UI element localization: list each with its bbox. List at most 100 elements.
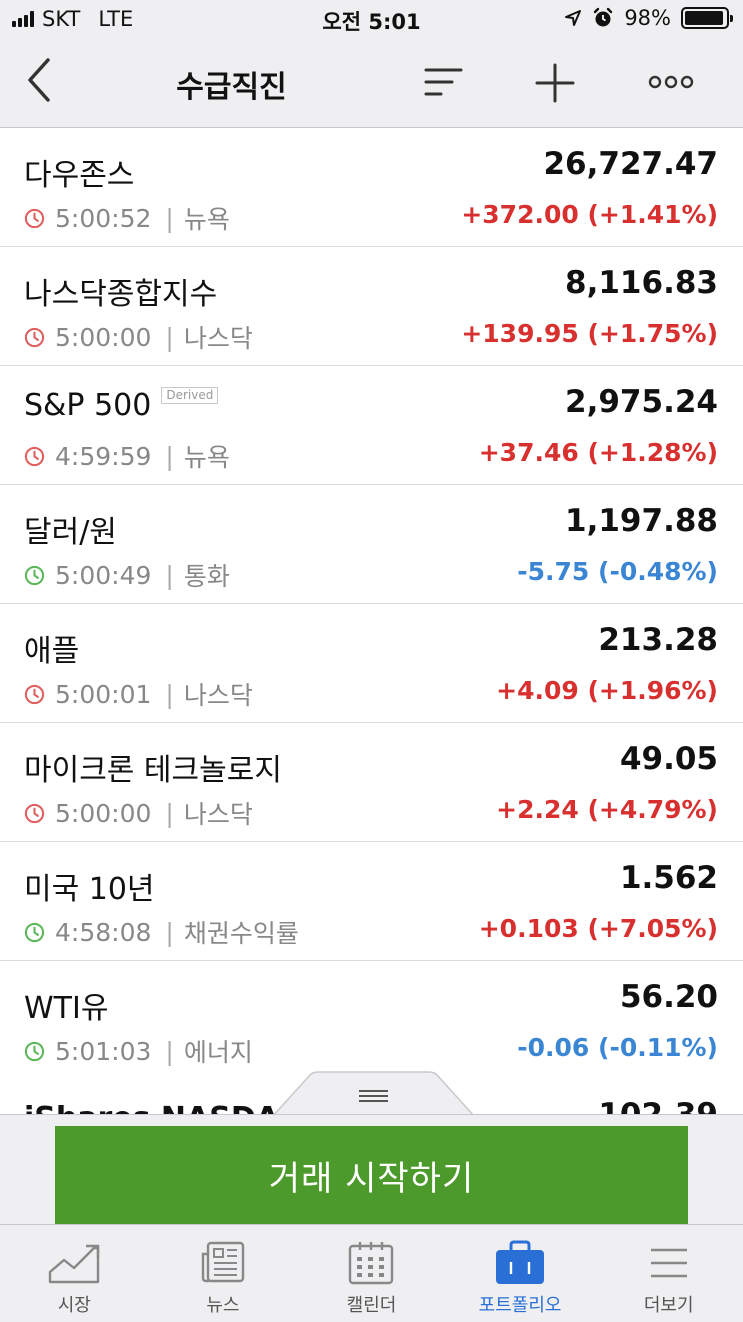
quote-name: 나스닥종합지수: [24, 277, 218, 312]
quote-meta: 5:00:01 | 나스닥: [24, 676, 253, 712]
sort-button[interactable]: [419, 58, 469, 108]
tab-portfolio[interactable]: 포트폴리오: [446, 1225, 595, 1322]
clock-icon: [24, 327, 45, 347]
quote-time: 5:01:03: [55, 1036, 152, 1066]
tab-market[interactable]: 시장: [0, 1225, 149, 1322]
meta-separator: |: [165, 1036, 174, 1066]
quote-name: 마이크론 테크놀로지: [24, 753, 282, 788]
quote-change: +372.00 (+1.41%): [461, 200, 718, 229]
quote-change: +139.95 (+1.75%): [461, 319, 718, 348]
quote-row[interactable]: 나스닥종합지수 8,116.83 5:00:00 | 나스닥 +139.95 (+1.75…: [0, 247, 743, 366]
derived-badge: Derived: [161, 387, 219, 404]
alarm-icon: [594, 7, 613, 27]
tab-news[interactable]: 뉴스: [149, 1225, 298, 1322]
battery-icon: [681, 7, 733, 29]
quote-price: 1,197.88: [565, 503, 718, 539]
quote-meta: 5:01:03 | 에너지: [24, 1033, 253, 1069]
quote-row[interactable]: 미국 10년 1.562 4:58:08 | 채권수익률 +0.103 (+7.05%): [0, 842, 743, 961]
quote-meta: 5:00:00 | 나스닥: [24, 795, 253, 831]
quote-name: WTI유: [24, 991, 109, 1026]
status-bar: SKT LTE 오전 5:01 98%: [0, 0, 743, 40]
tab-label-portfolio: 포트폴리오: [478, 1295, 562, 1316]
quote-row[interactable]: 마이크론 테크놀로지 49.05 5:00:00 | 나스닥 +2.24 (+4.79%): [0, 723, 743, 842]
quote-name: S&P 500: [24, 388, 152, 423]
quote-meta: 4:58:08 | 채권수익률: [24, 914, 299, 950]
quote-exchange: 나스닥: [183, 800, 253, 829]
tab-label-more: 더보기: [643, 1295, 694, 1316]
clock-icon: [24, 565, 45, 585]
quote-name: 미국 10년: [24, 872, 155, 907]
quote-row[interactable]: 애플 213.28 5:00:01 | 나스닥 +4.09 (+1.96%): [0, 604, 743, 723]
quote-exchange: 뉴욕: [183, 443, 230, 472]
quote-change: +2.24 (+4.79%): [496, 795, 718, 824]
clock-icon: [24, 446, 45, 466]
quote-time: 5:00:00: [55, 322, 152, 352]
clock-icon: [24, 803, 45, 823]
quote-price: 2,975.24: [565, 384, 718, 420]
quote-change: -0.06 (-0.11%): [517, 1033, 718, 1062]
quote-price: 8,116.83: [565, 265, 718, 301]
quote-name-wrap: 나스닥종합지수: [24, 269, 217, 313]
meta-separator: |: [165, 203, 174, 233]
quote-name: 달러/원: [24, 515, 117, 550]
quote-meta: 5:00:49 | 통화: [24, 557, 230, 593]
menu-icon: [650, 1248, 687, 1278]
quote-time: 4:59:59: [55, 441, 152, 471]
market-chart-icon: [49, 1244, 100, 1284]
quote-time: 5:00:49: [55, 560, 152, 590]
page-title-wrap: 수급직진: [0, 62, 743, 106]
quote-time: 4:58:08: [55, 917, 152, 947]
more-button[interactable]: [646, 58, 696, 108]
tab-more[interactable]: 더보기: [594, 1225, 743, 1322]
quote-name-wrap: S&P 500 Derived: [24, 387, 219, 423]
tab-label-market: 시장: [57, 1295, 91, 1316]
drawer-handle[interactable]: [272, 1071, 475, 1117]
trade-area: 거래 시작하기: [0, 1114, 743, 1225]
quote-change: +0.103 (+7.05%): [478, 914, 718, 943]
add-button[interactable]: [530, 58, 580, 108]
quote-meta: 5:00:00 | 나스닥: [24, 319, 253, 355]
clock-icon: [24, 1041, 45, 1061]
meta-separator: |: [165, 917, 174, 947]
quote-price: 213.28: [598, 622, 718, 658]
meta-separator: |: [165, 679, 174, 709]
quote-price: 1.562: [619, 860, 718, 896]
tab-calendar[interactable]: 캘린더: [297, 1225, 446, 1322]
quote-row[interactable]: 달러/원 1,197.88 5:00:49 | 통화 -5.75 (-0.48%): [0, 485, 743, 604]
quote-name-wrap: 달러/원: [24, 507, 117, 551]
page-title: 수급직진: [176, 70, 287, 105]
sort-icon: [424, 68, 463, 96]
quote-price: 26,727.47: [543, 146, 718, 182]
back-button[interactable]: [22, 54, 62, 106]
quote-change: -5.75 (-0.48%): [517, 557, 718, 586]
quote-row[interactable]: 다우존스 26,727.47 5:00:52 | 뉴욕 +372.00 (+1.41%): [0, 128, 743, 247]
quote-name: 애플: [24, 634, 80, 669]
quote-time: 5:00:52: [55, 203, 152, 233]
news-icon: [201, 1241, 245, 1283]
quote-row[interactable]: WTI유 56.20 5:01:03 | 에너지 -0.06 (-0.11%): [0, 961, 743, 1080]
quote-meta: 4:59:59 | 뉴욕: [24, 438, 230, 474]
quote-list: 다우존스 26,727.47 5:00:52 | 뉴욕 +372.00 (+1.41%) 나…: [0, 128, 743, 1080]
meta-separator: |: [165, 322, 174, 352]
quote-exchange: 뉴욕: [183, 205, 230, 234]
quote-name-wrap: WTI유: [24, 983, 108, 1027]
quote-row[interactable]: S&P 500 Derived 2,975.24 4:59:59 | 뉴욕 +37.46 (…: [0, 366, 743, 485]
clock-icon: [24, 684, 45, 704]
more-icon: [648, 75, 694, 89]
portfolio-briefcase-icon: [496, 1240, 545, 1284]
quote-name-wrap: 마이크론 테크놀로지: [24, 745, 282, 789]
clock-icon: [24, 208, 45, 228]
quote-name-wrap: 애플: [24, 626, 79, 670]
meta-separator: |: [165, 560, 174, 590]
quote-name-wrap: 다우존스: [24, 150, 134, 194]
meta-separator: |: [165, 798, 174, 828]
quote-exchange: 채권수익률: [183, 919, 299, 948]
quote-name-wrap: 미국 10년: [24, 864, 155, 908]
tab-bar: 시장 뉴스 캘린더 포트폴리오 더보기: [0, 1224, 743, 1322]
location-icon: [565, 10, 582, 26]
quote-name: 다우존스: [24, 158, 135, 193]
plus-icon: [535, 63, 575, 103]
quote-exchange: 나스닥: [183, 324, 253, 353]
start-trading-button[interactable]: 거래 시작하기: [55, 1126, 688, 1225]
back-chevron-icon: [28, 58, 50, 102]
